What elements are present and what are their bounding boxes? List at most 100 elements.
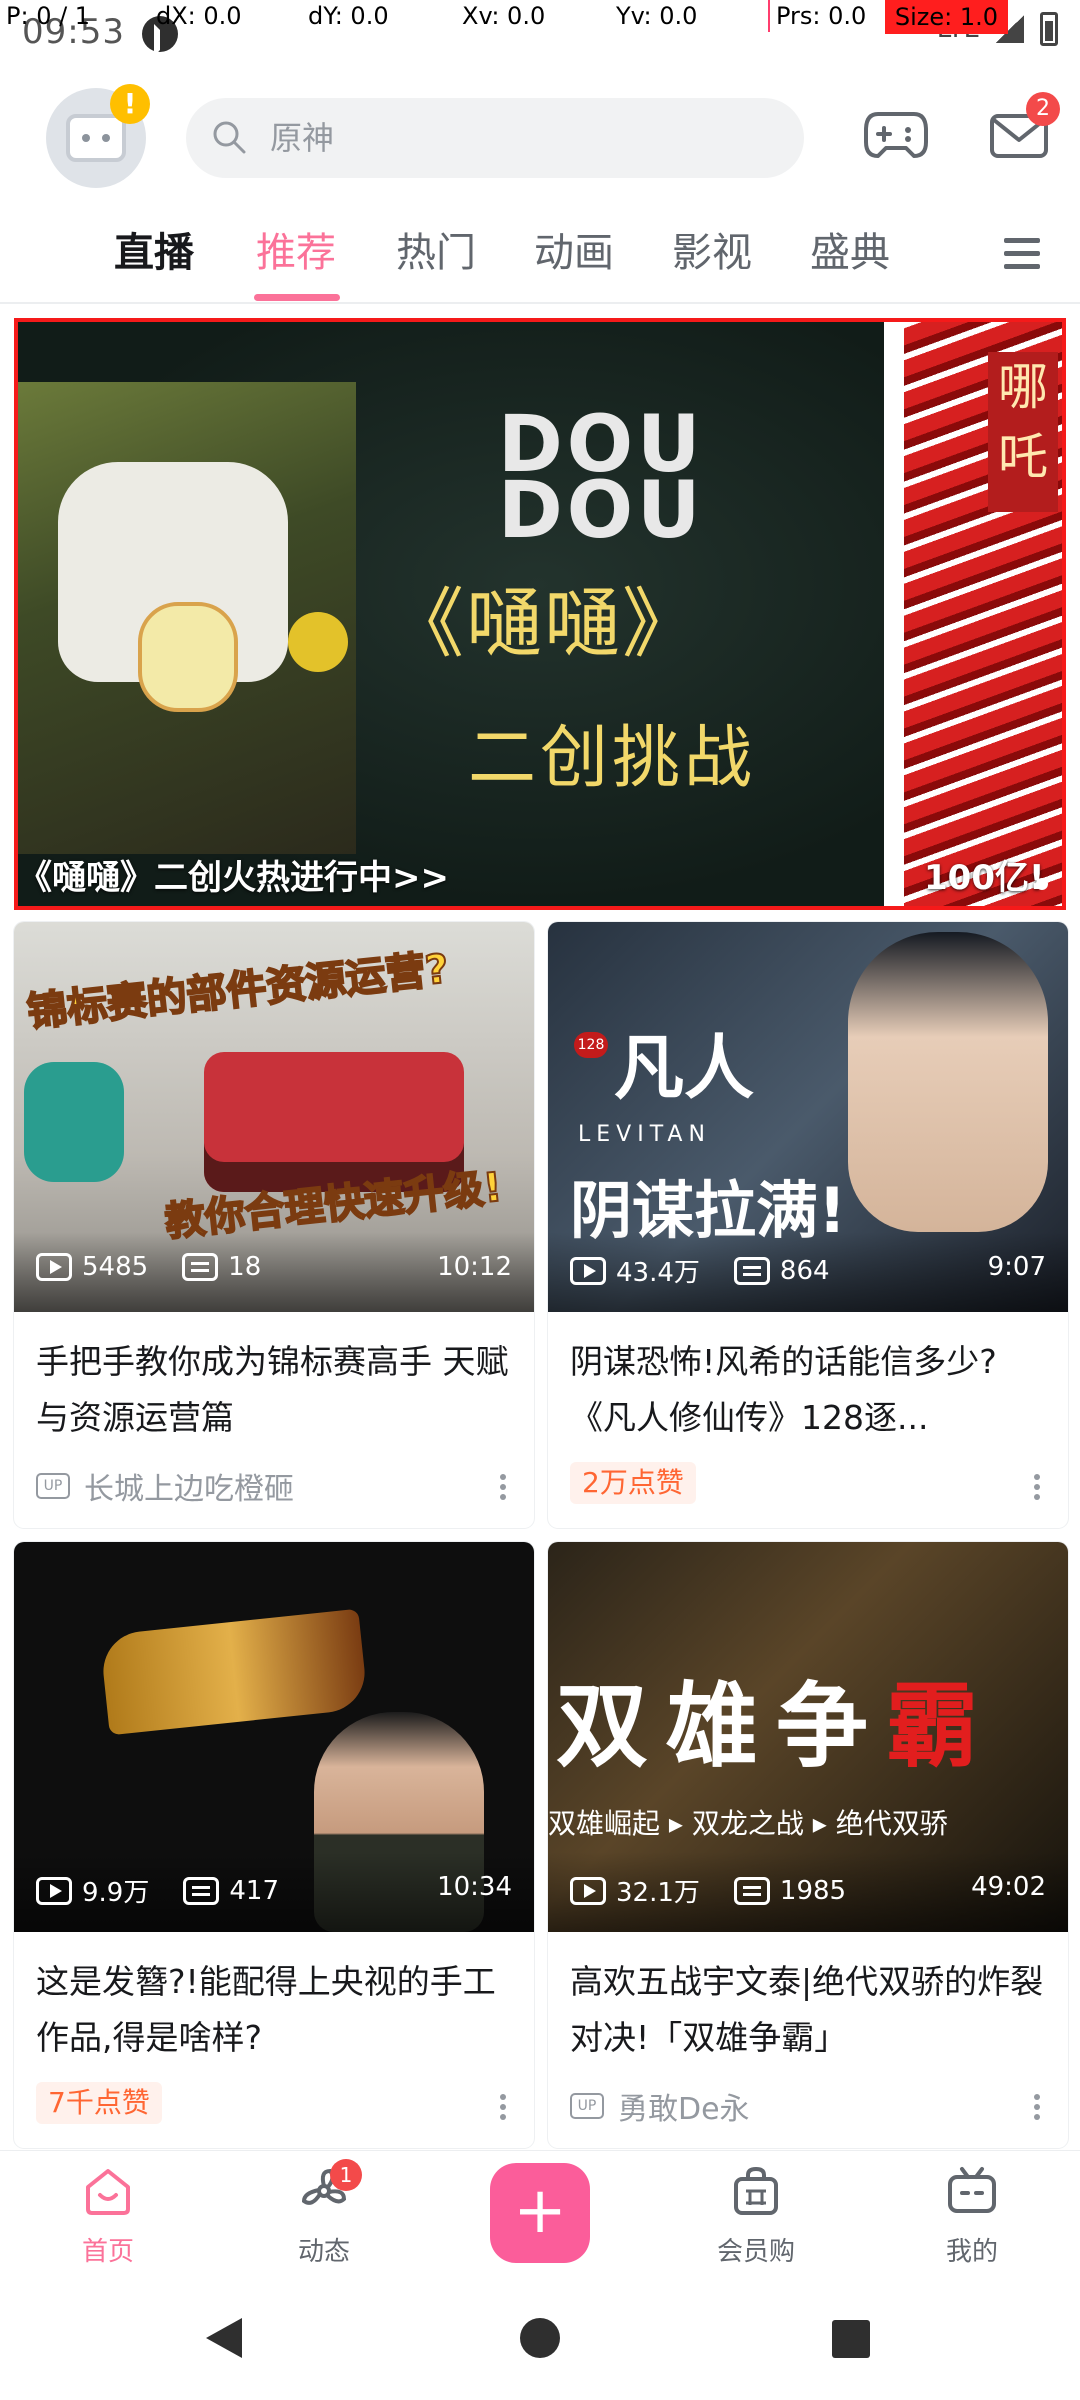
overlay-xv: Xv: 0.0 xyxy=(462,2,546,30)
thumbnail-character xyxy=(848,932,1048,1232)
more-options-icon[interactable] xyxy=(1034,1474,1042,1500)
danmaku-count: 1985 xyxy=(779,1875,847,1906)
thumbnail-caption-a: 双雄争 xyxy=(556,1672,887,1780)
play-count-icon xyxy=(570,1256,606,1285)
video-card[interactable]: 锦标赛的部件资源运营? 教你合理快速升级! 5485 18 10:12 手把手教… xyxy=(14,922,534,1528)
tab-festival[interactable]: 盛典 xyxy=(810,220,890,278)
view-count: 43.4万 xyxy=(616,1258,700,1288)
video-title[interactable]: 高欢五战宇文泰|绝代双骄的炸裂对决!「双雄争霸」 xyxy=(570,1954,1050,2066)
danmaku-count: 18 xyxy=(228,1252,262,1282)
nav-dynamic[interactable]: 1 动态 xyxy=(254,2159,394,2268)
danmaku-icon xyxy=(733,1876,770,1905)
tab-hot[interactable]: 热门 xyxy=(396,220,476,278)
video-title[interactable]: 阴谋恐怖!风希的话能信多少?《凡人修仙传》128逐... xyxy=(570,1334,1050,1446)
video-duration: 49:02 xyxy=(971,1872,1046,1902)
nav-member-shop[interactable]: 会员购 xyxy=(686,2165,826,2268)
danmaku-icon xyxy=(182,1253,219,1281)
overlay-dx: dX: 0.0 xyxy=(156,2,242,30)
video-card[interactable]: 双雄争霸 双雄崛起 ▸ 双龙之战 ▸ 绝代双骄 32.1万 1985 49:02… xyxy=(548,1542,1068,2148)
banner-logo-line2: DOU xyxy=(498,466,705,556)
upload-plus-button[interactable]: + xyxy=(490,2163,590,2263)
banner-side-tag: 哪吒 xyxy=(988,352,1058,512)
banner-side-caption: 100亿! xyxy=(924,858,1045,898)
thumbnail-caption: 双雄争霸 xyxy=(556,1652,996,1785)
back-button[interactable] xyxy=(206,2318,242,2358)
play-count-icon xyxy=(36,1876,72,1905)
video-duration: 10:34 xyxy=(437,1872,512,1902)
overlay-dy: dY: 0.0 xyxy=(308,2,389,30)
banner-slide[interactable]: DOU DOU 《嗵嗵》 二创挑战 《嗵嗵》二创火热进行中>> xyxy=(18,322,884,906)
search-bar[interactable]: 原神 xyxy=(186,98,804,178)
tv-icon xyxy=(948,2167,996,2213)
overlay-pressure: Prs: 0.0 xyxy=(776,2,867,30)
thumbnail-sculpture xyxy=(99,1608,369,1736)
tabs-divider xyxy=(0,302,1080,304)
video-card[interactable]: 128 凡人 LEVITAN 阴谋拉满! 43.4万 864 9:07 阴谋恐怖… xyxy=(548,922,1068,1528)
nav-mine[interactable]: 我的 xyxy=(902,2165,1042,2268)
avatar-alert-badge: ! xyxy=(110,84,150,124)
play-count-icon xyxy=(570,1876,606,1905)
video-duration: 9:07 xyxy=(987,1252,1046,1282)
pointer-location-overlay: P: 0 / 1 dX: 0.0 dY: 0.0 Xv: 0.0 Yv: 0.0… xyxy=(0,0,1080,34)
overlay-size: Size: 1.0 xyxy=(884,0,1008,34)
system-navigation-bar xyxy=(0,2274,1080,2400)
thumbnail-caption-b: 霸 xyxy=(886,1672,997,1780)
banner-title-art: 《嗵嗵》 xyxy=(388,579,700,668)
tab-anime[interactable]: 动画 xyxy=(534,220,614,278)
home-icon xyxy=(86,2169,130,2215)
mail-unread-badge: 2 xyxy=(1026,92,1060,126)
tv-mascot-icon xyxy=(66,114,126,162)
thumbnail-robot xyxy=(24,1062,124,1182)
author-row[interactable]: UP 勇敢De永 xyxy=(570,2084,750,2128)
search-input[interactable]: 原神 xyxy=(270,98,334,178)
up-icon: UP xyxy=(570,2093,604,2119)
like-count-tag: 2万点赞 xyxy=(570,1462,696,1504)
banner-next-slide[interactable]: 哪吒 xyxy=(904,322,1062,906)
banner-mask xyxy=(138,602,238,712)
banner-logo: DOU DOU xyxy=(498,406,738,556)
video-stats: 32.1万 1985 xyxy=(570,1872,846,1909)
overlay-yv: Yv: 0.0 xyxy=(616,2,698,30)
author-name[interactable]: 勇敢De永 xyxy=(618,2084,750,2128)
video-card[interactable]: 9.9万 417 10:34 这是发簪?!能配得上央视的手工作品,得是啥样? 7… xyxy=(14,1542,534,2148)
video-stats: 43.4万 864 xyxy=(570,1252,830,1289)
thumbnail-subcaption: 双雄崛起 ▸ 双龙之战 ▸ 绝代双骄 xyxy=(548,1807,948,1840)
thumbnail-logo: 凡人 xyxy=(614,1026,754,1109)
danmaku-count: 864 xyxy=(779,1255,830,1286)
video-duration: 10:12 xyxy=(437,1252,512,1282)
author-row[interactable]: UP 长城上边吃橙砸 xyxy=(36,1464,294,1508)
tab-live[interactable]: 直播 xyxy=(114,220,194,278)
video-thumbnail[interactable]: 锦标赛的部件资源运营? 教你合理快速升级! 5485 18 10:12 xyxy=(14,922,534,1312)
play-count-icon xyxy=(36,1253,72,1281)
video-stats: 5485 18 xyxy=(36,1252,261,1282)
video-title[interactable]: 手把手教你成为锦标赛高手 天赋与资源运营篇 xyxy=(36,1334,516,1446)
more-options-icon[interactable] xyxy=(500,2094,508,2120)
shopping-bag-icon xyxy=(734,2166,778,2215)
danmaku-count: 417 xyxy=(229,1875,279,1906)
carousel-indicator xyxy=(1036,878,1048,890)
top-header: ! 原神 2 xyxy=(0,62,1080,202)
nav-home-label: 首页 xyxy=(81,2237,134,2267)
home-button[interactable] xyxy=(520,2318,560,2358)
game-controller-icon[interactable] xyxy=(864,108,928,160)
menu-icon[interactable] xyxy=(1000,234,1044,274)
tab-recommend[interactable]: 推荐 xyxy=(256,220,336,278)
banner-caption: 《嗵嗵》二创火热进行中>> xyxy=(18,858,449,898)
more-options-icon[interactable] xyxy=(1034,2094,1042,2120)
more-options-icon[interactable] xyxy=(500,1474,508,1500)
author-name[interactable]: 长城上边吃橙砸 xyxy=(84,1464,294,1508)
like-count-tag: 7千点赞 xyxy=(36,2082,162,2124)
video-thumbnail[interactable]: 双雄争霸 双雄崛起 ▸ 双龙之战 ▸ 绝代双骄 32.1万 1985 49:02 xyxy=(548,1542,1068,1932)
recent-apps-button[interactable] xyxy=(832,2320,870,2358)
dynamic-badge: 1 xyxy=(330,2159,362,2191)
bottom-navigation: 首页 1 动态 + 会员购 我的 xyxy=(0,2150,1080,2274)
nav-home[interactable]: 首页 xyxy=(38,2165,178,2268)
video-thumbnail[interactable]: 9.9万 417 10:34 xyxy=(14,1542,534,1932)
video-thumbnail[interactable]: 128 凡人 LEVITAN 阴谋拉满! 43.4万 864 9:07 xyxy=(548,922,1068,1312)
banner-carousel[interactable]: DOU DOU 《嗵嗵》 二创挑战 《嗵嗵》二创火热进行中>> 哪吒 100亿! xyxy=(14,318,1066,910)
video-title[interactable]: 这是发簪?!能配得上央视的手工作品,得是啥样? xyxy=(36,1954,516,2066)
banner-sub-art: 二创挑战 xyxy=(468,719,757,798)
tab-film[interactable]: 影视 xyxy=(672,220,752,278)
search-icon xyxy=(213,121,246,154)
nav-mine-label: 我的 xyxy=(945,2237,998,2267)
